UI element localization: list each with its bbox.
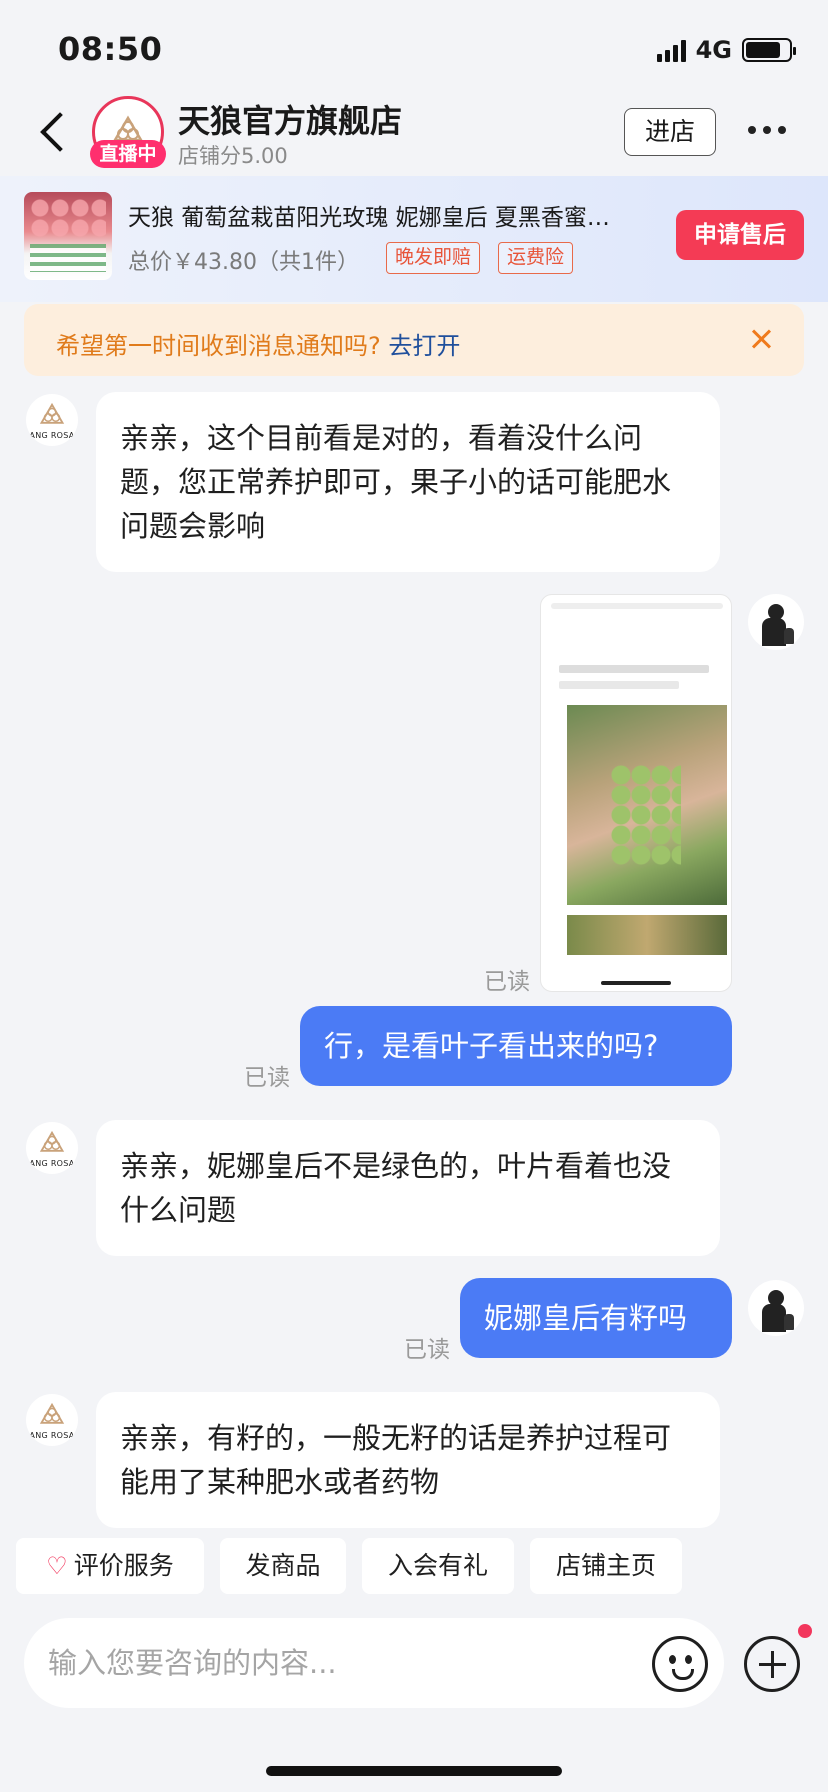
shop-avatar[interactable]: ANG ROSA xyxy=(26,394,78,446)
read-receipt: 已读 xyxy=(244,1065,290,1091)
product-thumbnail[interactable] xyxy=(24,192,112,280)
read-receipt: 已读 xyxy=(404,1337,450,1363)
read-receipt: 已读 xyxy=(484,969,530,995)
notification-prompt: 希望第一时间收到消息通知吗? 去打开 xyxy=(24,304,804,376)
notification-dot xyxy=(798,1624,812,1638)
live-badge[interactable]: 直播中 xyxy=(90,140,166,168)
shop-avatar-text: ANG ROSA xyxy=(29,1431,75,1440)
shop-avatar[interactable]: ANG ROSA xyxy=(26,1394,78,1446)
shop-avatar-icon xyxy=(39,402,65,424)
plus-icon[interactable] xyxy=(744,1636,800,1692)
message-bubble-incoming: 亲亲，妮娜皇后不是绿色的，叶片看着也没什么问题 xyxy=(96,1120,720,1256)
enter-shop-button[interactable]: 进店 xyxy=(624,108,716,156)
message-input-container xyxy=(24,1618,724,1708)
tag-late-compensation: 晚发即赔 xyxy=(386,242,481,274)
shop-avatar-icon xyxy=(39,1402,65,1424)
user-avatar[interactable] xyxy=(748,594,804,650)
message-bubble-outgoing: 行，是看叶子看出来的吗? xyxy=(300,1006,732,1086)
message-bubble-incoming: 亲亲，这个目前看是对的，看着没什么问题，您正常养护即可，果子小的话可能肥水问题会… xyxy=(96,392,720,572)
shop-home-button[interactable]: 店铺主页 xyxy=(530,1538,682,1594)
notice-open-link[interactable]: 去打开 xyxy=(388,332,460,360)
member-gift-button[interactable]: 入会有礼 xyxy=(362,1538,514,1594)
notice-message: 希望第一时间收到消息通知吗? xyxy=(56,332,381,360)
product-price: 总价￥43.80（共1件） xyxy=(128,250,359,275)
message-bubble-incoming: 亲亲，有籽的，一般无籽的话是养护过程可能用了某种肥水或者药物 xyxy=(96,1392,720,1528)
emoji-icon[interactable] xyxy=(652,1636,708,1692)
status-time: 08:50 xyxy=(58,30,163,68)
signal-icon xyxy=(656,38,686,62)
message-image[interactable] xyxy=(540,594,732,992)
network-label: 4G xyxy=(695,36,732,64)
user-avatar[interactable] xyxy=(748,1280,804,1336)
message-input[interactable] xyxy=(48,1618,628,1708)
back-icon[interactable] xyxy=(36,104,76,160)
shop-avatar-icon xyxy=(39,1130,65,1152)
product-card[interactable]: 天狼 葡萄盆栽苗阳光玫瑰 妮娜皇后 夏黑香蜜… 总价￥43.80（共1件） 晚发… xyxy=(0,176,828,302)
battery-icon xyxy=(742,38,796,62)
send-product-button[interactable]: 发商品 xyxy=(220,1538,346,1594)
status-icons: 4G xyxy=(656,36,796,64)
status-bar: 08:50 4G xyxy=(0,0,828,98)
apply-aftersale-button[interactable]: 申请售后 xyxy=(676,210,804,260)
heart-icon: ♡ xyxy=(46,1552,68,1580)
tag-shipping-insurance: 运费险 xyxy=(498,242,574,274)
shop-avatar-text: ANG ROSA xyxy=(29,1159,75,1168)
shop-name: 天狼官方旗舰店 xyxy=(178,102,403,140)
message-bubble-outgoing: 妮娜皇后有籽吗 xyxy=(460,1278,732,1358)
notice-text: 希望第一时间收到消息通知吗? 去打开 xyxy=(56,326,460,361)
more-icon[interactable] xyxy=(748,120,792,140)
close-icon[interactable] xyxy=(746,324,776,354)
chat-header: 直播中 天狼官方旗舰店 店铺分5.00 进店 xyxy=(0,90,828,174)
rate-service-label: 评价服务 xyxy=(73,1551,174,1580)
rate-service-button[interactable]: ♡ 评价服务 xyxy=(16,1538,204,1594)
shop-score: 店铺分5.00 xyxy=(178,144,288,168)
home-indicator xyxy=(266,1766,562,1776)
product-title: 天狼 葡萄盆栽苗阳光玫瑰 妮娜皇后 夏黑香蜜… xyxy=(128,205,610,231)
shop-avatar[interactable]: ANG ROSA xyxy=(26,1122,78,1174)
shop-avatar-text: ANG ROSA xyxy=(29,431,75,440)
